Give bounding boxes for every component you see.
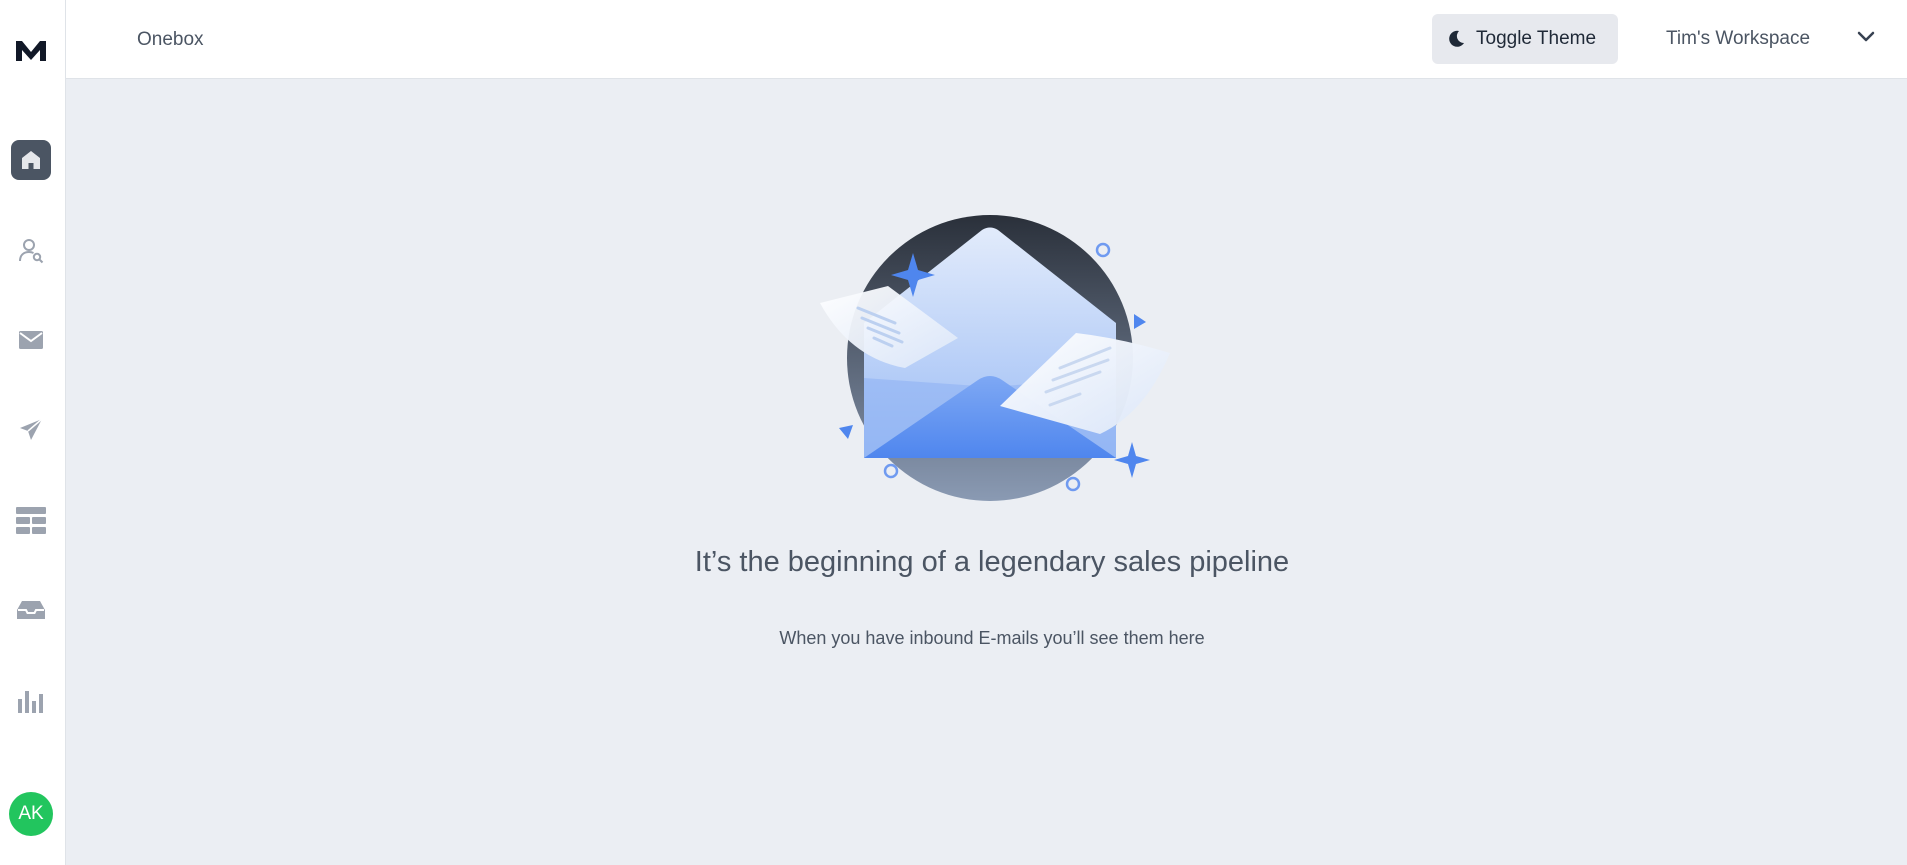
sidebar: AK	[0, 0, 66, 865]
moon-icon	[1449, 30, 1464, 47]
table-icon	[16, 507, 46, 534]
toggle-theme-label: Toggle Theme	[1476, 28, 1597, 49]
empty-state-subtitle: When you have inbound E-mails you’ll see…	[779, 628, 1205, 648]
inbox-tray-icon	[17, 601, 45, 619]
sidebar-item-analytics[interactable]	[11, 680, 51, 720]
sidebar-item-templates[interactable]	[11, 500, 51, 540]
workspace-selector[interactable]: Tim's Workspace	[1666, 14, 1876, 64]
bar-chart-icon	[18, 691, 43, 713]
toggle-theme-button[interactable]: Toggle Theme	[1432, 14, 1618, 64]
sidebar-item-campaigns[interactable]	[11, 410, 51, 450]
page-title: Onebox	[137, 29, 204, 50]
sidebar-item-leads[interactable]	[11, 230, 51, 270]
empty-state-title: It’s the beginning of a legendary sales …	[694, 546, 1290, 578]
top-bar: Onebox Toggle Theme Tim's Workspace	[66, 0, 1907, 79]
empty-inbox-illustration	[810, 208, 1180, 508]
sidebar-item-mail[interactable]	[11, 320, 51, 360]
sidebar-item-inbox[interactable]	[11, 590, 51, 630]
user-search-icon	[19, 239, 44, 264]
app-logo-icon[interactable]	[13, 35, 49, 65]
avatar[interactable]: AK	[9, 792, 53, 836]
send-icon	[20, 418, 43, 440]
chevron-down-icon	[1857, 31, 1875, 42]
workspace-label: Tim's Workspace	[1666, 28, 1811, 49]
sidebar-item-home[interactable]	[11, 140, 51, 180]
home-icon	[22, 151, 40, 169]
envelope-icon	[19, 331, 43, 349]
